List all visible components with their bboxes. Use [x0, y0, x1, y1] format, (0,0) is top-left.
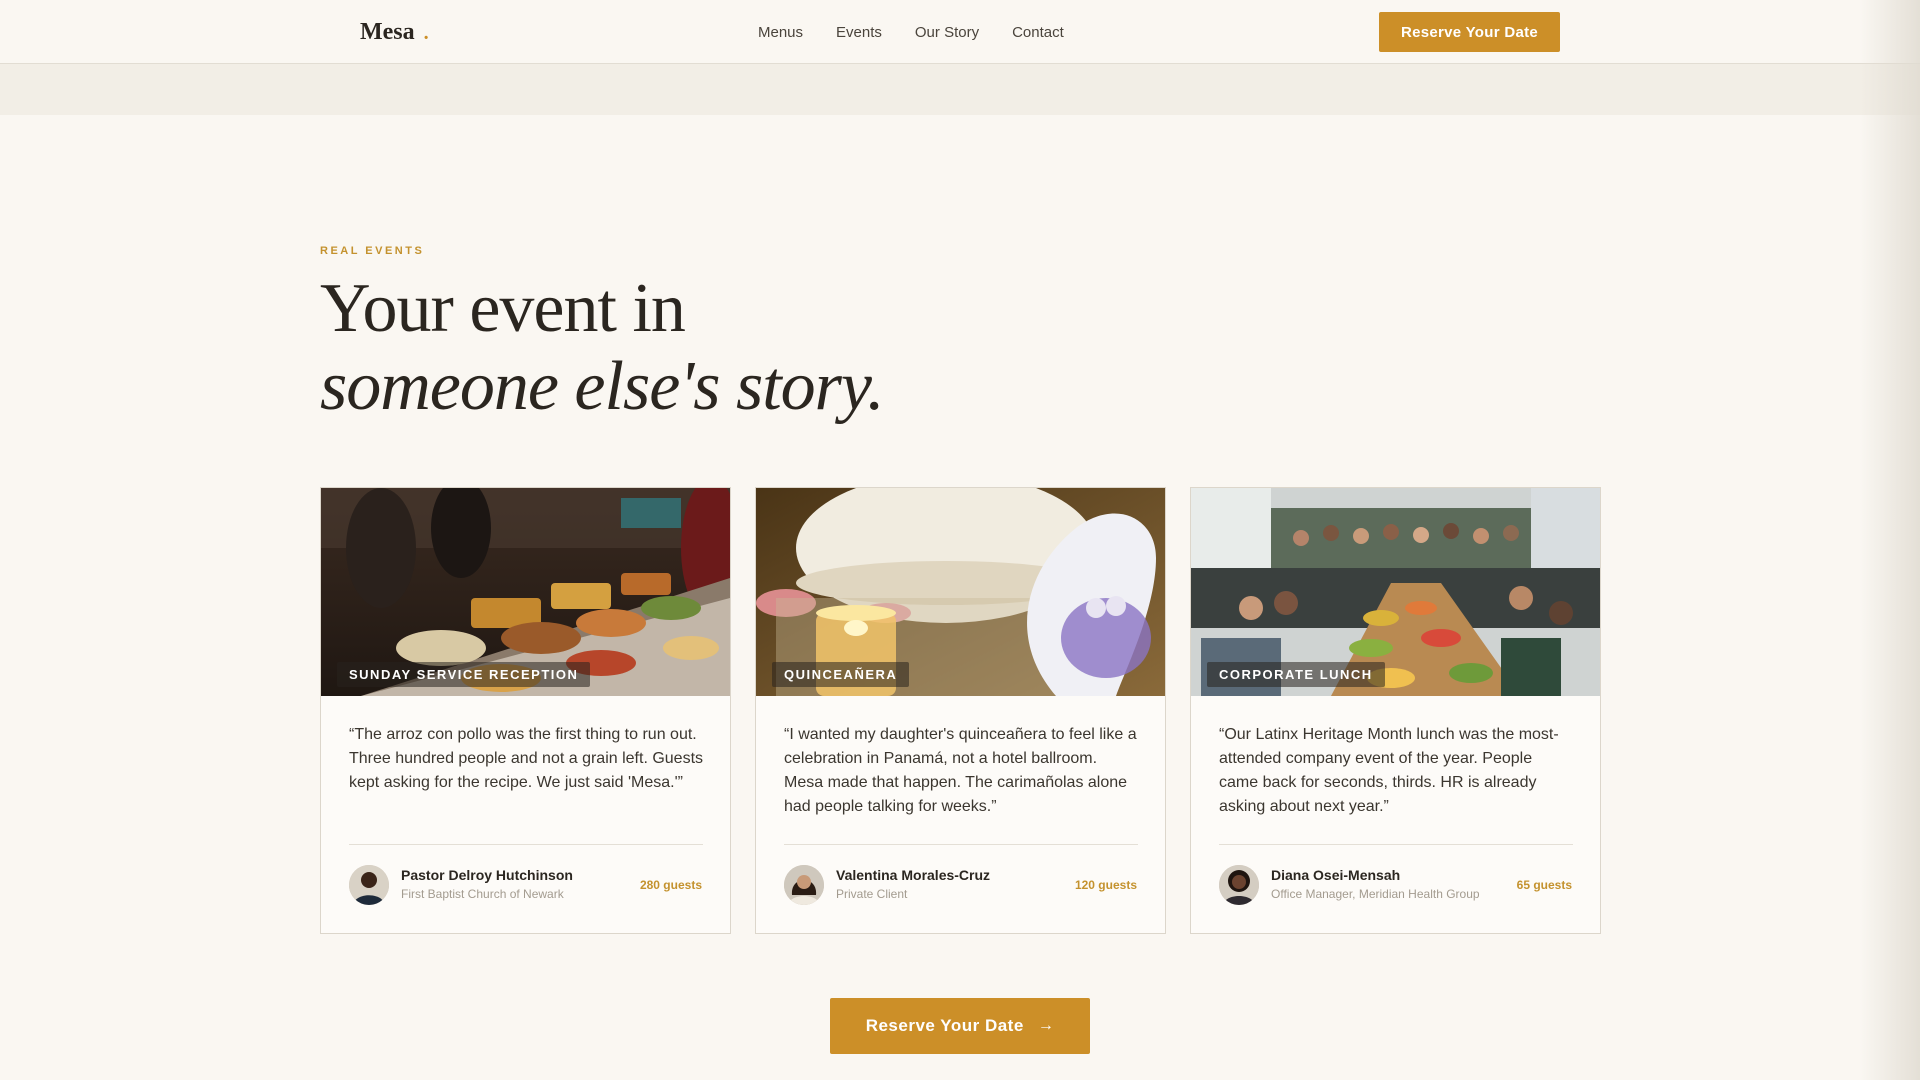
headline-line-1: Your event in [320, 270, 686, 347]
testimonial-quote: “Our Latinx Heritage Month lunch was the… [1219, 726, 1559, 815]
card-photo-tag: QUINCEAÑERA [772, 662, 910, 687]
testimonial-card-corporate-lunch: CORPORATE LUNCH “Our Latinx Heritage Mon… [1190, 487, 1601, 934]
arrow-right-icon: → [1037, 1017, 1055, 1034]
nav-link-contact[interactable]: Contact [1012, 24, 1064, 41]
headline-line-2: someone else's story. [320, 348, 885, 425]
author-name: Valentina Morales-Cruz [836, 867, 991, 883]
nav-link-our-story[interactable]: Our Story [915, 24, 979, 41]
card-photo-tag: CORPORATE LUNCH [1207, 662, 1385, 687]
avatar-person-icon [1219, 865, 1259, 905]
reserve-date-label: Reserve Your Date [865, 1016, 1024, 1035]
header-band [0, 64, 1920, 115]
author-name: Diana Osei-Mensah [1271, 867, 1401, 883]
card-photo-buffet: SUNDAY SERVICE RECEPTION [321, 488, 730, 696]
testimonial-quote: “I wanted my daughter's quinceañera to f… [784, 726, 1137, 815]
card-photo-cake: QUINCEAÑERA [756, 488, 1165, 696]
testimonial-quote: “The arroz con pollo was the first thing… [349, 726, 704, 791]
reserve-date-button[interactable]: Reserve Your Date → [830, 998, 1090, 1054]
section-headline: Your event in someone else's story. [320, 270, 885, 426]
guest-count: 120 guests [1074, 878, 1137, 892]
nav-link-menus[interactable]: Menus [758, 24, 803, 41]
logo-dot: . [423, 22, 429, 44]
main-nav: Menus Events Our Story Contact [758, 24, 1064, 41]
guest-count: 280 guests [639, 878, 702, 892]
avatar [349, 865, 389, 905]
card-divider [349, 844, 703, 845]
card-photo-office-lunch: CORPORATE LUNCH [1191, 488, 1600, 696]
testimonial-card-sunday-service: SUNDAY SERVICE RECEPTION “The arroz con … [320, 487, 731, 934]
author-role: Private Client [836, 887, 908, 901]
testimonial-card-quinceanera: QUINCEAÑERA “I wanted my daughter's quin… [755, 487, 1166, 934]
avatar-person-icon [349, 865, 389, 905]
logo-text: Mesa [360, 19, 415, 45]
card-divider [1219, 844, 1573, 845]
header-reserve-button[interactable]: Reserve Your Date [1379, 12, 1560, 52]
card-divider [784, 844, 1138, 845]
right-edge-shadow [1860, 0, 1920, 1080]
logo[interactable]: Mesa. [360, 18, 429, 47]
avatar-person-icon [784, 865, 824, 905]
author-role: First Baptist Church of Newark [401, 887, 564, 901]
author-role: Office Manager, Meridian Health Group [1271, 887, 1480, 901]
guest-count: 65 guests [1516, 878, 1572, 892]
page: Mesa. Menus Events Our Story Contact Res… [0, 0, 1920, 1080]
avatar [784, 865, 824, 905]
author-name: Pastor Delroy Hutchinson [401, 867, 573, 883]
top-navigation-bar: Mesa. Menus Events Our Story Contact Res… [0, 0, 1920, 64]
card-photo-tag: SUNDAY SERVICE RECEPTION [337, 662, 591, 687]
avatar [1219, 865, 1259, 905]
section-eyebrow: REAL EVENTS [320, 245, 425, 257]
nav-link-events[interactable]: Events [836, 24, 882, 41]
